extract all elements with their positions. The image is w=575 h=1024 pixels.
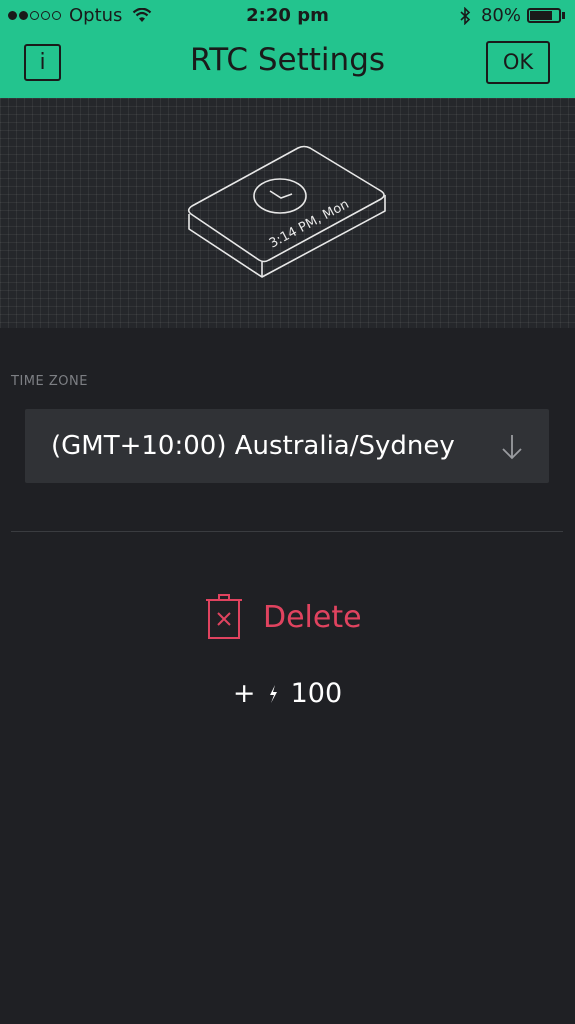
rtc-device-icon: 3:14 PM, Mon (187, 145, 386, 278)
arrow-down-icon (502, 435, 522, 460)
status-right: 80% (460, 5, 565, 26)
battery-percent: 80% (480, 5, 521, 26)
ok-button[interactable]: OK (486, 41, 550, 84)
battery-fill (530, 11, 553, 20)
delete-label: Delete (263, 599, 362, 635)
section-divider (11, 531, 563, 532)
trash-icon (206, 594, 242, 639)
delete-button[interactable]: Delete (205, 594, 362, 640)
lightning-bolt-icon (270, 684, 278, 703)
time-zone-select[interactable]: (GMT+10:00) Australia/Sydney (25, 409, 549, 483)
clock-icon (253, 178, 307, 214)
energy-plus: + (232, 678, 256, 709)
time-zone-label: TIME ZONE (11, 374, 88, 389)
energy-refund: + 100 (0, 677, 575, 709)
energy-value: 100 (290, 678, 343, 709)
time-zone-value: (GMT+10:00) Australia/Sydney (51, 431, 455, 461)
rtc-hero-illustration: 3:14 PM, Mon (0, 98, 575, 328)
device-time-text: 3:14 PM, Mon (267, 197, 352, 252)
status-bar: Optus 2:20 pm 80% (0, 0, 575, 32)
battery-icon (527, 8, 561, 23)
battery-tip (562, 12, 565, 19)
header-bar: Optus 2:20 pm 80% i RTC Settings OK (0, 0, 575, 98)
bluetooth-icon (460, 6, 471, 25)
